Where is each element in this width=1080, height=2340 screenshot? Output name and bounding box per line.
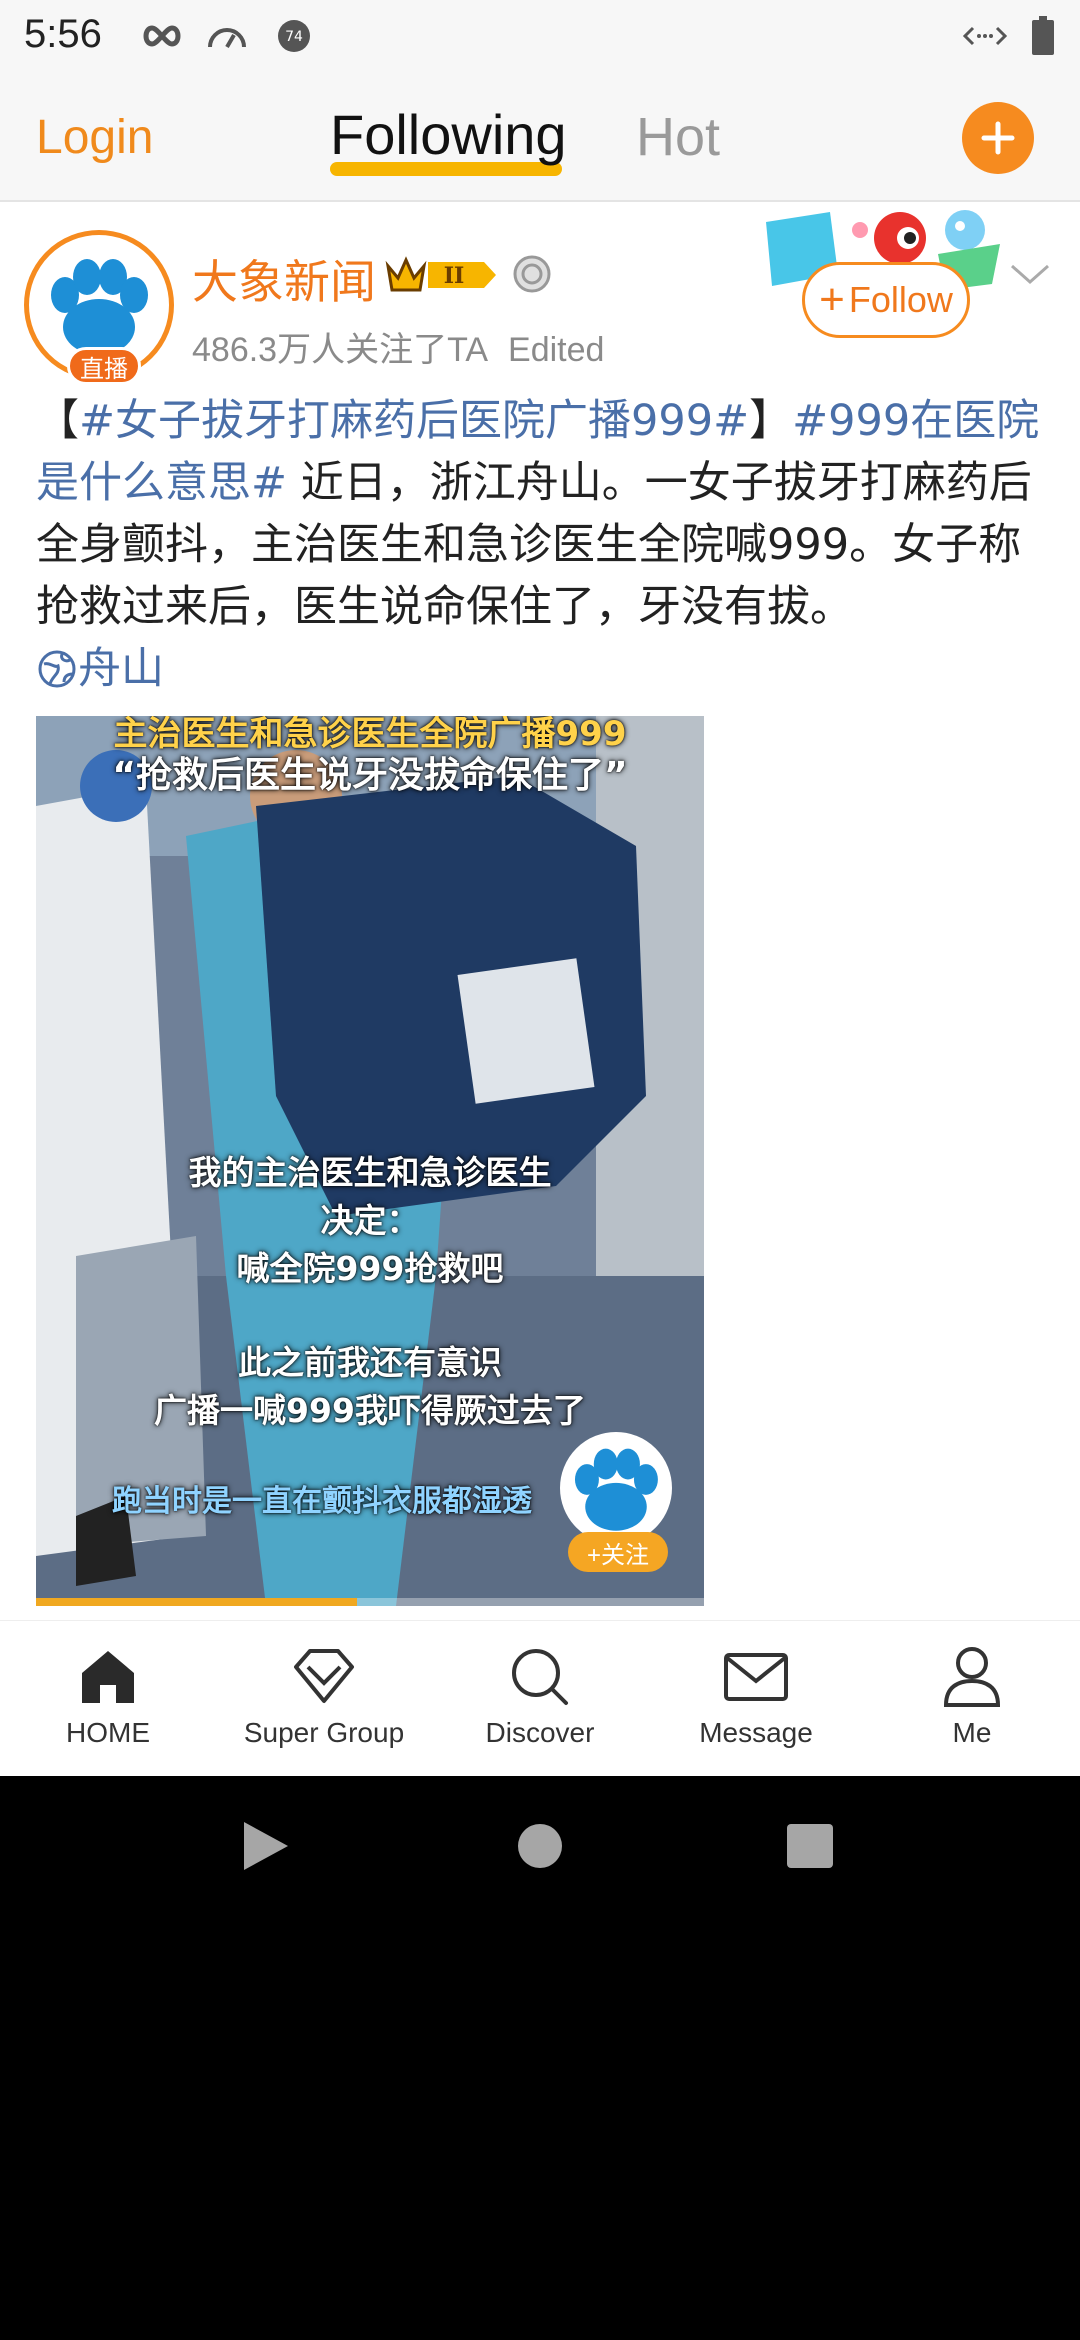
back-icon[interactable] (244, 1822, 288, 1870)
video-caption: 此之前我还有意识 (238, 1343, 502, 1382)
chevron-down-icon[interactable] (1008, 258, 1052, 290)
code-icon (962, 18, 1008, 54)
recents-icon[interactable] (787, 1824, 833, 1868)
infinity-icon (140, 18, 184, 54)
tab-me[interactable]: Me (872, 1643, 1072, 1749)
follower-count: 486.3万人关注了TA (192, 331, 489, 369)
video-caption: 广播一喊999我吓得厥过去了 (154, 1391, 586, 1430)
tab-discover[interactable]: Discover (440, 1643, 640, 1749)
tab-super-group-label: Super Group (243, 1717, 405, 1748)
tab-message[interactable]: Message (656, 1643, 856, 1749)
tab-hot[interactable]: Hot (636, 106, 720, 168)
bottom-tab-bar: HOME Super Group Discover Message Me (0, 1620, 1080, 1776)
app-screen: 5:56 74 Login Following Hot 直播 大象新闻 II 4… (0, 0, 1080, 1776)
video-progress-fill (36, 1598, 357, 1606)
author-avatar[interactable]: 直播 (24, 230, 174, 385)
home-icon (82, 1651, 134, 1703)
tab-following[interactable]: Following (330, 102, 567, 167)
video-player[interactable]: 主治医生和急诊医生全院广播999 “抢救后医生说牙没拔命保住了” 我的主治医生和… (36, 716, 704, 1606)
tab-following-label: Following (330, 103, 567, 166)
status-bar: 5:56 74 (0, 0, 1080, 72)
author-meta: 486.3万人关注了TA Edited (192, 322, 604, 371)
medal-icon (512, 254, 552, 294)
video-caption: “抢救后医生说牙没拔命保住了” (112, 755, 628, 796)
rank-text: II (444, 263, 465, 289)
notification-count-icon: 74 (276, 18, 312, 54)
system-nav-bar (0, 1776, 1080, 1916)
mail-icon (724, 1653, 788, 1701)
plus-icon: + (819, 275, 845, 324)
follow-label: Follow (848, 279, 953, 320)
speedometer-icon (204, 18, 250, 54)
tab-discover-label: Discover (485, 1717, 595, 1748)
status-time: 5:56 (24, 12, 102, 56)
home-nav-icon[interactable] (518, 1824, 562, 1868)
tab-home-label: HOME (66, 1717, 150, 1748)
tab-home[interactable]: HOME (8, 1643, 208, 1749)
tab-me-label: Me (952, 1717, 992, 1748)
person-icon (943, 1647, 1001, 1707)
location-label: 舟山 (78, 644, 164, 694)
video-author-avatar[interactable] (560, 1432, 672, 1544)
video-progress-bar[interactable] (36, 1598, 704, 1606)
battery-icon (1030, 16, 1056, 55)
compose-button[interactable] (962, 102, 1034, 174)
top-nav: Login Following Hot (0, 72, 1080, 202)
post-text: 【#女子拔牙打麻药后医院广播999#】#999在医院是什么意思# 近日，浙江舟山… (36, 390, 1046, 707)
tab-message-label: Message (699, 1717, 813, 1748)
hashtag-link[interactable]: #女子拔牙打麻药后医院广播999# (79, 396, 749, 446)
edited-label: Edited (508, 331, 605, 369)
tab-super-group[interactable]: Super Group (224, 1643, 424, 1749)
video-caption: 喊全院999抢救吧 (236, 1249, 504, 1288)
video-caption: 我的主治医生和急诊医生 (188, 1153, 552, 1192)
follow-button[interactable]: + Follow (802, 262, 970, 338)
video-follow-button[interactable]: +关注 (568, 1532, 668, 1572)
diamond-icon (294, 1649, 354, 1703)
live-badge: 直播 (67, 347, 141, 385)
login-link[interactable]: Login (36, 110, 153, 165)
video-caption: 决定： (320, 1201, 420, 1240)
rank-badge: II (384, 252, 500, 298)
paw-logo-icon (574, 1448, 658, 1531)
plus-icon (981, 121, 1015, 155)
author-name[interactable]: 大象新闻 (192, 246, 376, 312)
globe-icon (38, 650, 76, 688)
search-icon (512, 1649, 568, 1705)
notification-count: 74 (285, 29, 303, 45)
location-link[interactable]: 舟山 (36, 638, 164, 700)
